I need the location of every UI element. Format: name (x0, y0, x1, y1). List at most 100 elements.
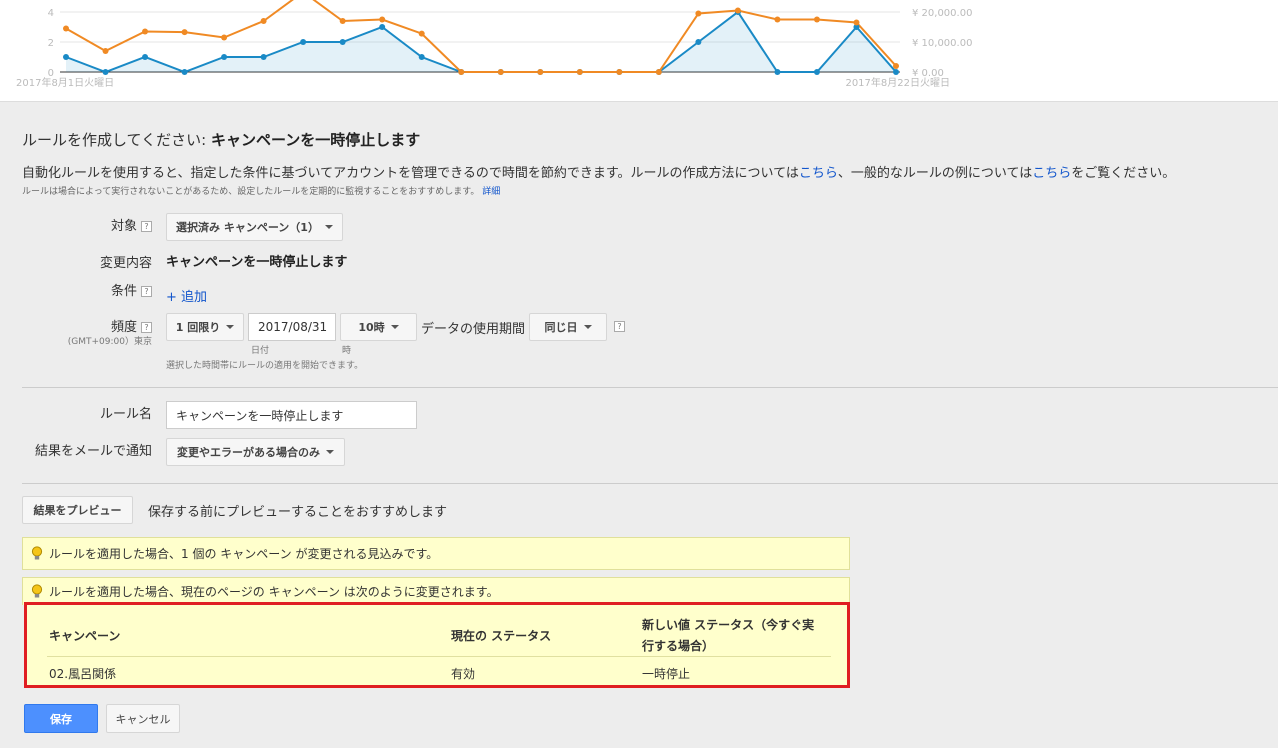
data-point (537, 69, 544, 75)
data-point (418, 54, 425, 60)
condition-label: 条件? (22, 280, 152, 299)
data-point (813, 16, 820, 23)
rule-name-label: ルール名 (99, 407, 152, 422)
chevron-down-icon (326, 450, 334, 454)
condition-label-text: 条件 (110, 284, 137, 299)
desc-text-2: 、一般的なルールの例については (837, 166, 1033, 181)
chevron-down-icon (583, 325, 592, 329)
email-dropdown[interactable]: 変更やエラーがある場合のみ (166, 438, 345, 466)
data-point (339, 39, 346, 45)
frequency-value: 1 回限り (175, 321, 221, 334)
help-link-2[interactable]: こちら (1032, 166, 1071, 181)
column-header-campaign: キャンペーン (49, 629, 121, 643)
desc-text-3: をご覧ください。 (1071, 166, 1176, 181)
desc-text-1: 自動化ルールを使用すると、指定した条件に基づいてアカウントを管理できるので時間を… (22, 166, 799, 181)
data-point (616, 69, 623, 75)
help-icon[interactable]: ? (141, 286, 152, 297)
target-label: 対象? (22, 215, 152, 234)
frequency-note: 選択した時間帯にルールの適用を開始できます。 (166, 361, 364, 371)
data-point (300, 39, 307, 45)
row-campaign-name: 02.風呂関係 (49, 667, 117, 681)
change-value: キャンペーンを一時停止します (166, 255, 348, 270)
date-input[interactable]: 2017/08/31 (248, 313, 336, 341)
title-prefix: ルールを作成してください: (22, 131, 211, 149)
preview-table: キャンペーン 現在の ステータス 新しい値 ステータス（今すぐ実 行する場合） 0… (24, 602, 850, 688)
data-point (893, 63, 899, 69)
change-label: 変更内容 (99, 256, 152, 271)
data-point (379, 24, 386, 30)
cancel-button[interactable]: キャンセル (106, 704, 180, 733)
column-header-new-status: 新しい値 ステータス（今すぐ実 行する場合） (642, 616, 814, 654)
y-tick-label-left: 4 (48, 8, 54, 19)
divider (22, 483, 1278, 484)
data-point (339, 18, 346, 24)
hour-value: 10時 (358, 321, 385, 334)
target-value: 選択済み キャンペーン（1） (176, 221, 319, 234)
title-bold: キャンペーンを一時停止します (210, 131, 421, 149)
data-point (695, 39, 702, 45)
divider (22, 387, 1278, 388)
rule-name-input[interactable]: キャンペーンを一時停止します (166, 401, 417, 429)
y-tick-label-right: ¥ 10,000.00 (912, 38, 972, 49)
x-start-label: 2017年8月1日火曜日 (16, 76, 114, 89)
chevron-down-icon (226, 325, 235, 329)
data-point (181, 29, 188, 36)
preview-button[interactable]: 結果をプレビュー (22, 496, 133, 524)
data-point (497, 69, 504, 75)
data-point (853, 19, 860, 26)
lightbulb-icon (31, 546, 43, 560)
data-point (774, 69, 781, 75)
x-end-label: 2017年8月22日火曜日 (845, 76, 950, 89)
data-point (813, 69, 820, 75)
data-point (102, 48, 109, 54)
save-button[interactable]: 保存 (24, 704, 98, 733)
series-line (65, 0, 897, 73)
date-caption: 日付 (251, 346, 270, 356)
performance-chart: 4 2 0 ¥ 20,000.00 ¥ 10,000.00 ¥ 0.00 2017年8月1日… (0, 0, 1278, 102)
data-point (655, 69, 662, 75)
details-link[interactable]: 詳細 (482, 187, 500, 197)
hour-caption: 時 (342, 346, 352, 356)
chevron-down-icon (390, 325, 399, 329)
frequency-dropdown[interactable]: 1 回限り (166, 313, 244, 341)
add-condition-link[interactable]: + 追加 (166, 286, 207, 305)
timezone-label: (GMT+09:00）東京 (67, 337, 152, 347)
data-point (576, 69, 583, 75)
data-point (734, 7, 741, 14)
data-point (379, 16, 386, 23)
new-status-header-line-1: 新しい値 ステータス（今すぐ実 (642, 618, 815, 632)
data-point (260, 18, 267, 24)
data-point (181, 69, 188, 75)
target-label-text: 対象 (110, 219, 137, 234)
hour-dropdown[interactable]: 10時 (340, 313, 417, 341)
info-text-2: ルールを適用した場合、現在のページの キャンペーン は次のように変更されます。 (49, 585, 499, 599)
data-point (142, 54, 149, 60)
lightbulb-icon (31, 584, 43, 598)
help-icon[interactable]: ? (141, 221, 152, 232)
data-point (893, 69, 899, 75)
help-link-1[interactable]: こちら (799, 166, 838, 181)
data-point (142, 28, 149, 35)
target-dropdown[interactable]: 選択済み キャンペーン（1） (166, 213, 343, 241)
description: 自動化ルールを使用すると、指定した条件に基づいてアカウントを管理できるので時間を… (22, 162, 1175, 181)
data-point (774, 16, 781, 23)
data-point (695, 10, 702, 17)
rule-name-value: キャンペーンを一時停止します (176, 408, 344, 423)
data-period-label: データの使用期間 (421, 322, 526, 337)
frequency-label: 頻度? (22, 316, 152, 335)
row-new-status: 一時停止 (642, 667, 691, 681)
note-text: ルールは場合によって実行されないことがあるため、設定したルールを定期的に監視する… (22, 187, 480, 197)
email-label: 結果をメールで通知 (34, 444, 152, 459)
y-tick-label-left: 2 (48, 38, 54, 49)
page-title: ルールを作成してください: キャンペーンを一時停止します (22, 129, 420, 150)
data-point (63, 25, 69, 32)
chevron-down-icon (324, 225, 333, 229)
preview-hint: 保存する前にプレビューすることをおすすめします (148, 505, 448, 520)
email-value: 変更やエラーがある場合のみ (177, 446, 320, 459)
help-icon[interactable]: ? (141, 322, 152, 333)
data-point (63, 54, 69, 60)
info-text-1: ルールを適用した場合、1 個の キャンペーン が変更される見込みです。 (49, 547, 439, 561)
help-icon[interactable]: ? (614, 321, 625, 332)
data-period-dropdown[interactable]: 同じ日 (529, 313, 607, 341)
chart-svg: 420¥ 20,000.00¥ 10,000.00¥ 0.002017年8月1日… (16, 0, 972, 89)
